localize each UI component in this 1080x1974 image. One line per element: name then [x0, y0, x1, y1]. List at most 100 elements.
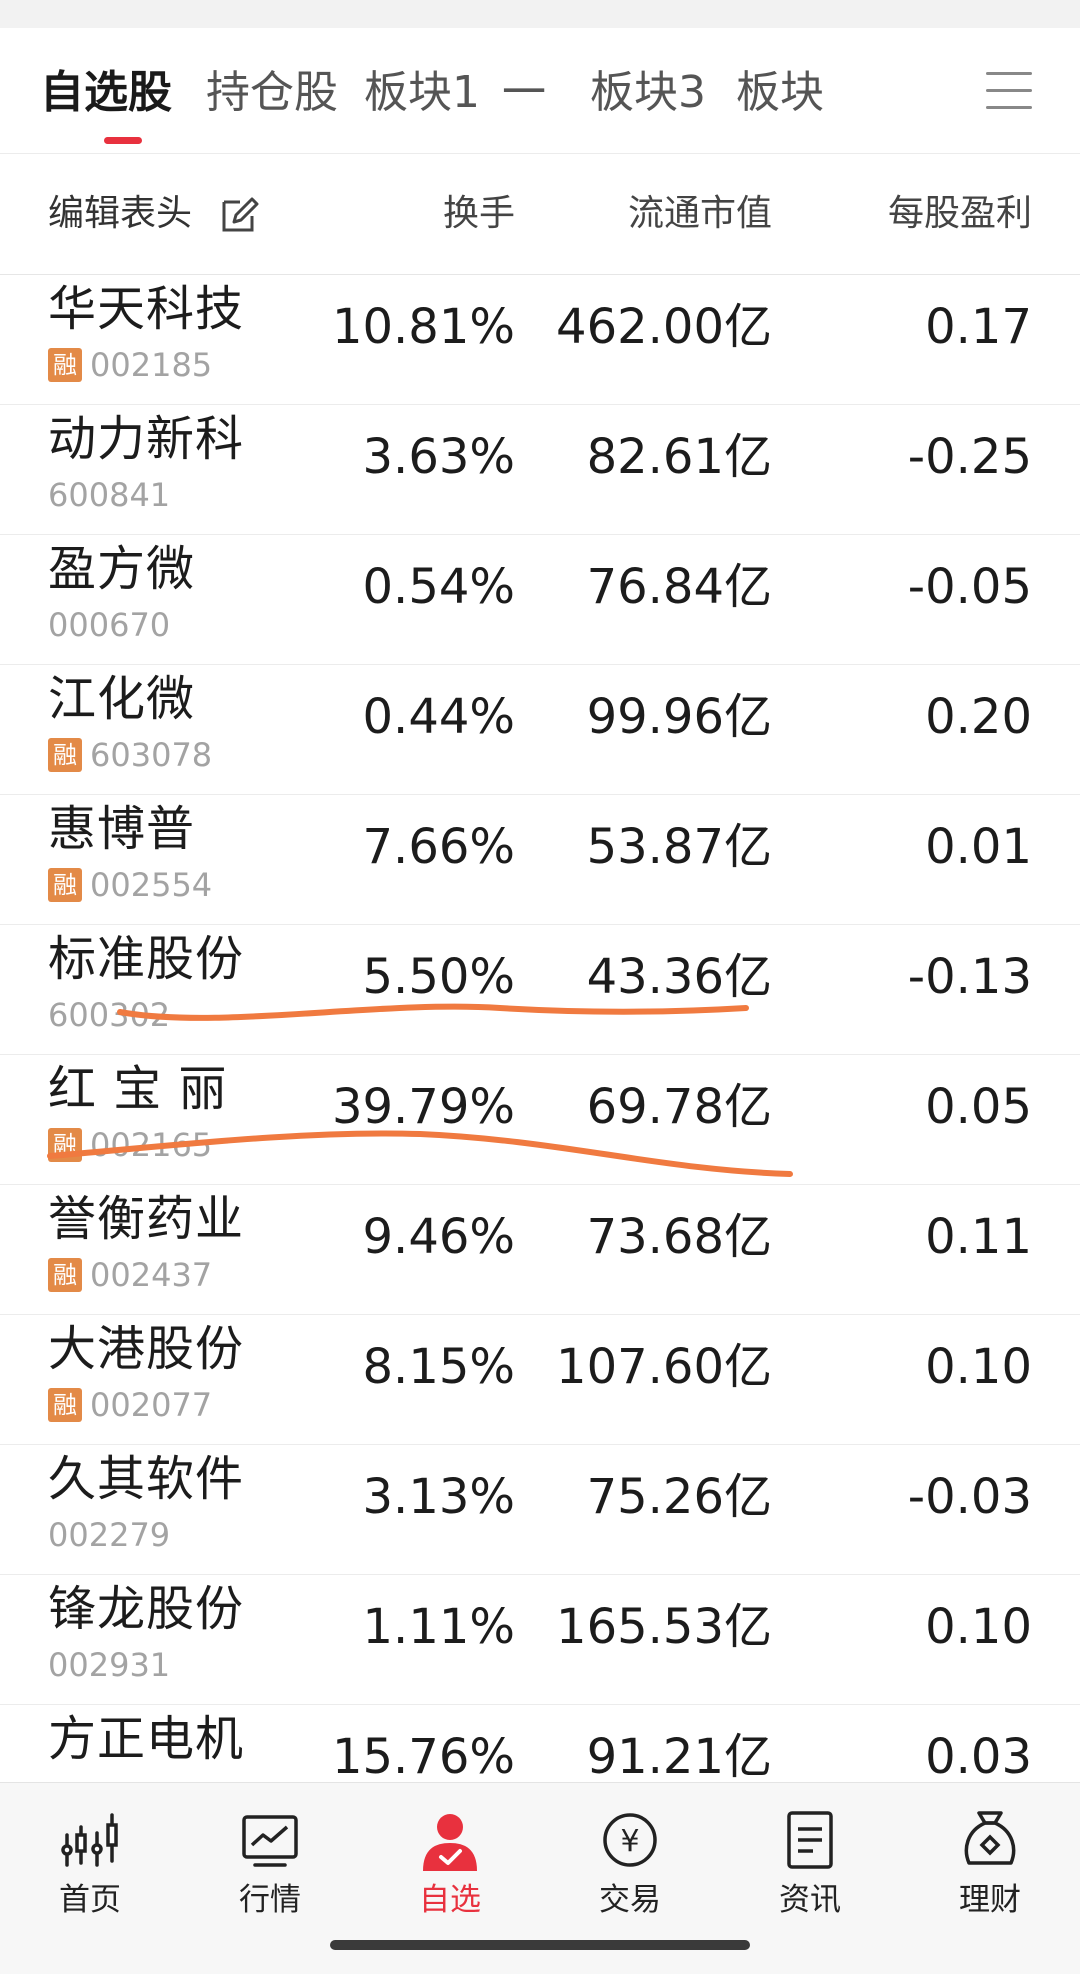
- stock-code-line: 融 002437: [48, 1257, 212, 1293]
- nav-trade[interactable]: ¥ 交易: [570, 1805, 690, 1921]
- stock-code: 002185: [90, 346, 213, 384]
- turnover-value: 8.15%: [362, 1339, 515, 1395]
- stock-code-line: 融 002185: [48, 347, 212, 383]
- active-tab-indicator: [104, 137, 142, 144]
- nav-home[interactable]: 首页: [30, 1805, 150, 1921]
- tab-holdings[interactable]: 持仓股: [206, 63, 338, 123]
- money-bag-icon: [964, 1811, 1016, 1865]
- eps-value: 0.17: [925, 299, 1032, 355]
- margin-badge: 融: [48, 738, 82, 772]
- stock-name: 大港股份: [48, 1321, 245, 1377]
- stock-name: 誉衡药业: [48, 1191, 245, 1247]
- eps-value: 0.10: [925, 1339, 1032, 1395]
- margin-badge: 融: [48, 348, 82, 382]
- tab-group[interactable]: 一: [502, 63, 546, 123]
- stock-row[interactable]: 动力新科 600841 3.63% 82.61亿 -0.25: [0, 405, 1080, 535]
- stock-name: 方正电机: [48, 1711, 245, 1767]
- stock-row[interactable]: 红 宝 丽融 002165 39.79% 69.78亿 0.05: [0, 1055, 1080, 1185]
- tab-sector-more[interactable]: 板块: [736, 63, 824, 123]
- stock-list: 华天科技融 002185 10.81% 462.00亿 0.17 动力新科 600841 3.…: [0, 275, 1080, 1835]
- menu-icon[interactable]: [986, 72, 1032, 112]
- stock-code: 002554: [90, 866, 213, 904]
- nav-news[interactable]: 资讯: [750, 1805, 870, 1921]
- header-eps[interactable]: 每股盈利: [888, 190, 1032, 238]
- user-check-icon: [423, 1814, 477, 1871]
- eps-value: -0.03: [907, 1469, 1032, 1525]
- market-cap-value: 82.61亿: [586, 429, 772, 485]
- tab-self-selected[interactable]: 自选股: [40, 63, 172, 123]
- market-cap-value: 107.60亿: [556, 1339, 772, 1395]
- yen-icon: ¥: [603, 1813, 657, 1867]
- turnover-value: 10.81%: [331, 299, 515, 355]
- header-turnover[interactable]: 换手: [443, 190, 515, 238]
- turnover-value: 3.63%: [362, 429, 515, 485]
- market-cap-value: 99.96亿: [586, 689, 772, 745]
- stock-code: 002931: [48, 1646, 171, 1684]
- market-cap-value: 73.68亿: [586, 1209, 772, 1265]
- stock-name: 红 宝 丽: [48, 1061, 228, 1117]
- eps-value: 0.20: [925, 689, 1032, 745]
- chart-icon: [242, 1815, 298, 1867]
- stock-row[interactable]: 盈方微 000670 0.54% 76.84亿 -0.05: [0, 535, 1080, 665]
- stock-code: 002165: [90, 1126, 213, 1164]
- svg-text:¥: ¥: [620, 1824, 639, 1859]
- tab-sector-3[interactable]: 板块3: [590, 63, 706, 123]
- stock-row[interactable]: 久其软件 002279 3.13% 75.26亿 -0.03: [0, 1445, 1080, 1575]
- stock-name: 江化微: [48, 671, 196, 727]
- market-cap-value: 165.53亿: [556, 1599, 772, 1655]
- stock-row[interactable]: 惠博普融 002554 7.66% 53.87亿 0.01: [0, 795, 1080, 925]
- stock-name: 锋龙股份: [48, 1581, 245, 1637]
- stock-code: 002279: [48, 1516, 171, 1554]
- candlestick-icon: [61, 1813, 118, 1867]
- stock-code-line: 融 002077: [48, 1387, 212, 1423]
- stock-row[interactable]: 誉衡药业融 002437 9.46% 73.68亿 0.11: [0, 1185, 1080, 1315]
- stock-row[interactable]: 华天科技融 002185 10.81% 462.00亿 0.17: [0, 275, 1080, 405]
- turnover-value: 1.11%: [362, 1599, 515, 1655]
- stock-name: 动力新科: [48, 411, 245, 467]
- stock-code: 600302: [48, 996, 171, 1034]
- stock-row[interactable]: 标准股份 600302 5.50% 43.36亿 -0.13: [0, 925, 1080, 1055]
- market-cap-value: 53.87亿: [586, 819, 772, 875]
- margin-badge: 融: [48, 1258, 82, 1292]
- stock-row[interactable]: 锋龙股份 002931 1.11% 165.53亿 0.10: [0, 1575, 1080, 1705]
- turnover-value: 3.13%: [362, 1469, 515, 1525]
- tab-fade-overlay: [890, 58, 1080, 138]
- eps-value: -0.25: [907, 429, 1032, 485]
- market-cap-value: 69.78亿: [586, 1079, 772, 1135]
- home-indicator: [330, 1940, 750, 1950]
- margin-badge: 融: [48, 1388, 82, 1422]
- market-cap-value: 43.36亿: [586, 949, 772, 1005]
- stock-code: 603078: [90, 736, 213, 774]
- stock-code-line: 融 603078: [48, 737, 212, 773]
- turnover-value: 15.76%: [331, 1729, 515, 1785]
- stock-row[interactable]: 江化微融 603078 0.44% 99.96亿 0.20: [0, 665, 1080, 795]
- edit-header-button[interactable]: 编辑表头: [48, 190, 192, 238]
- market-cap-value: 75.26亿: [586, 1469, 772, 1525]
- nav-wealth[interactable]: 理财: [930, 1805, 1050, 1921]
- stock-code: 600841: [48, 476, 171, 514]
- nav-market-label: 行情: [239, 1882, 301, 1918]
- nav-home-label: 首页: [59, 1882, 121, 1918]
- turnover-value: 39.79%: [331, 1079, 515, 1135]
- stock-name: 惠博普: [48, 801, 196, 857]
- stock-name: 华天科技: [48, 281, 245, 337]
- stock-code-line: 000670: [48, 607, 170, 643]
- eps-value: 0.05: [925, 1079, 1032, 1135]
- nav-watchlist[interactable]: 自选: [390, 1805, 510, 1921]
- stock-row[interactable]: 大港股份融 002077 8.15% 107.60亿 0.10: [0, 1315, 1080, 1445]
- nav-watchlist-label: 自选: [419, 1882, 481, 1918]
- margin-badge: 融: [48, 868, 82, 902]
- turnover-value: 0.44%: [362, 689, 515, 745]
- edit-icon[interactable]: [218, 192, 262, 236]
- header-market-cap[interactable]: 流通市值: [628, 190, 772, 238]
- market-cap-value: 462.00亿: [556, 299, 772, 355]
- stock-code-line: 融 002554: [48, 867, 212, 903]
- nav-market[interactable]: 行情: [210, 1805, 330, 1921]
- eps-value: 0.03: [925, 1729, 1032, 1785]
- watchlist-tab-bar: 自选股 持仓股 板块1 一 板块3 板块: [0, 28, 1080, 154]
- stock-name: 久其软件: [48, 1451, 245, 1507]
- eps-value: 0.10: [925, 1599, 1032, 1655]
- stock-code-line: 600841: [48, 477, 170, 513]
- turnover-value: 5.50%: [362, 949, 515, 1005]
- tab-sector-1[interactable]: 板块1: [364, 63, 480, 123]
